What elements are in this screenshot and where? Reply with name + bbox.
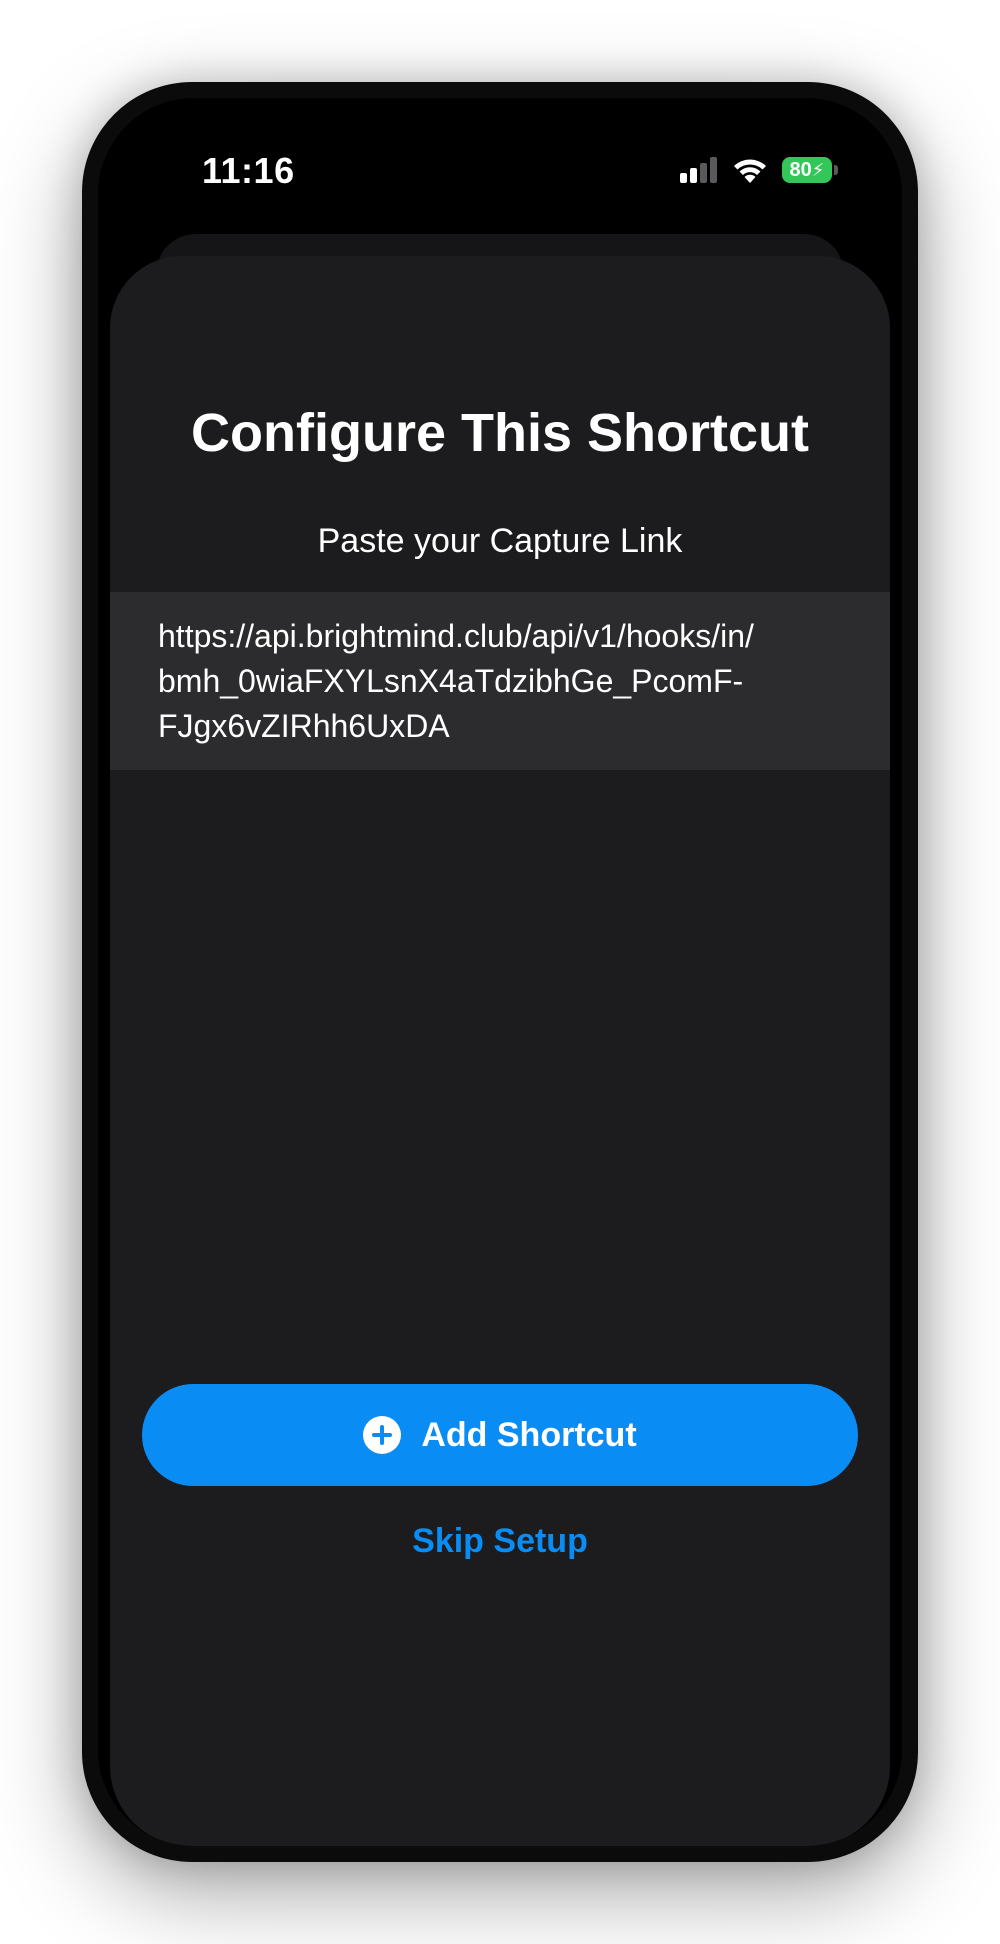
plus-circle-icon [363,1416,402,1454]
phone-frame: 11:16 80 ⚡ Configure This Shortcut Paste… [82,82,918,1862]
capture-link-field[interactable]: https://api.brightmind.club/api/v1/hooks… [110,592,890,770]
sheet-title: Configure This Shortcut [191,403,809,463]
configure-sheet: Configure This Shortcut Paste your Captu… [110,256,890,1846]
add-shortcut-label: Add Shortcut [421,1415,637,1454]
battery-tip [834,165,838,175]
status-bar: 11:16 80 ⚡ [98,98,902,218]
status-time: 11:16 [202,150,295,191]
charging-bolt-icon: ⚡ [811,159,825,180]
battery-charging-icon: 80 ⚡ [782,157,838,183]
wifi-icon [734,159,766,183]
status-icons: 80 ⚡ [680,156,838,184]
add-shortcut-button[interactable]: Add Shortcut [142,1384,858,1486]
skip-setup-button[interactable]: Skip Setup [98,1522,902,1561]
cellular-signal-icon [680,157,717,183]
battery-level: 80 [789,158,812,181]
screen: 11:16 80 ⚡ Configure This Shortcut Paste… [98,98,902,1846]
link-prompt: Paste your Capture Link [317,522,683,560]
